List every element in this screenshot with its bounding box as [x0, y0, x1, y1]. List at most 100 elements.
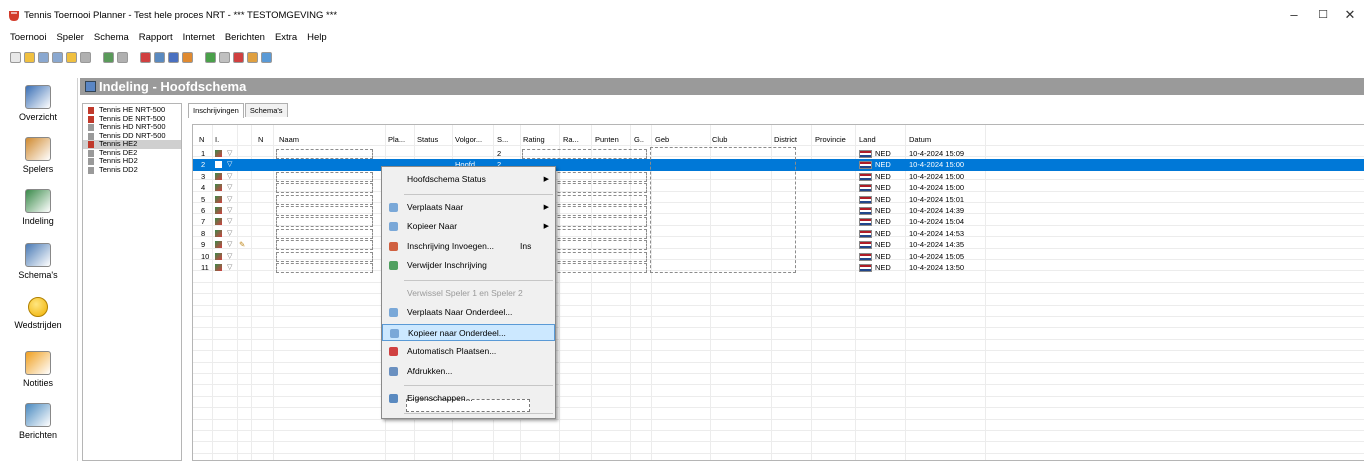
column-header[interactable]: Club [712, 135, 727, 144]
date-value: 10-4-2024 15:09 [909, 149, 965, 158]
birthdate-cell-placeholder[interactable] [650, 147, 796, 273]
column-header[interactable]: Punten [595, 135, 619, 144]
nav-item-notities[interactable]: Notities [0, 351, 76, 388]
menu-item-label: Eigenschappen... [407, 393, 473, 403]
country-code: NED [875, 251, 891, 261]
person-blue-icon[interactable] [168, 51, 179, 63]
globe-icon[interactable] [103, 51, 114, 63]
tab-strip: Inschrijvingen Schema's [188, 103, 289, 118]
flag-nl-icon [859, 195, 872, 204]
schedule2-icon[interactable] [219, 51, 230, 63]
menu-rapport[interactable]: Rapport [139, 30, 173, 46]
person-group-icon[interactable] [154, 51, 165, 63]
column-header[interactable]: Volgor... [455, 135, 482, 144]
name-cell-placeholder[interactable] [276, 171, 373, 182]
match-icon [28, 297, 48, 317]
nav-item-schemas[interactable]: Schema's [0, 243, 76, 280]
column-header[interactable]: Status [417, 135, 438, 144]
menu-item-afdrukken[interactable]: Afdrukken... [382, 363, 555, 380]
menu-item-verplaats-naar-onderdeel[interactable]: Verplaats Naar Onderdeel... [382, 304, 555, 321]
tree-item-label: Tennis DD2 [99, 164, 138, 174]
menu-extra[interactable]: Extra [275, 30, 297, 46]
menu-berichten[interactable]: Berichten [225, 30, 265, 46]
maximize-button[interactable]: ☐ [1311, 6, 1335, 24]
filter-icon: ▽ [227, 207, 233, 214]
print-icon[interactable] [80, 51, 91, 63]
new-icon[interactable] [10, 51, 21, 63]
column-header[interactable]: Ra... [563, 135, 579, 144]
column-header[interactable]: Naam [279, 135, 299, 144]
tab-inschrijvingen[interactable]: Inschrijvingen [188, 103, 244, 118]
menu-help[interactable]: Help [307, 30, 327, 46]
menu-speler[interactable]: Speler [56, 30, 83, 46]
date-value: 10-4-2024 14:39 [909, 206, 965, 215]
name-cell-placeholder[interactable] [276, 183, 373, 194]
country-code: NED [875, 228, 891, 238]
name-cell-placeholder[interactable] [276, 149, 373, 159]
column-header[interactable]: Pla... [388, 135, 405, 144]
column-header[interactable]: District [774, 135, 797, 144]
court2-icon[interactable] [261, 51, 272, 63]
grid-line [193, 373, 1364, 374]
rating-cell-placeholder[interactable] [522, 149, 647, 159]
date-value: 10-4-2024 14:35 [909, 240, 965, 250]
column-header[interactable]: G.. [634, 135, 644, 144]
column-header[interactable]: Rating [523, 135, 545, 144]
menu-schema[interactable]: Schema [94, 30, 129, 46]
column-header[interactable]: Geb [655, 135, 669, 144]
schedule-icon[interactable] [205, 51, 216, 63]
menu-item-kopieer-naar-onderdeel[interactable]: Kopieer naar Onderdeel... [382, 323, 555, 341]
menu-internet[interactable]: Internet [183, 30, 215, 46]
menu-item-label: Verwijder Inschrijving [407, 260, 487, 270]
menu-item-automatisch-plaatsen[interactable]: Automatisch Plaatsen... [382, 343, 555, 360]
players2-icon[interactable] [52, 51, 63, 63]
column-header[interactable]: Datum [909, 135, 931, 144]
menu-item-inschrijving-invoegen[interactable]: Inschrijving Invoegen... Ins [382, 238, 555, 255]
name-cell-placeholder[interactable] [276, 194, 373, 205]
close-button[interactable]: ✕ [1338, 6, 1362, 24]
tab-schemas[interactable]: Schema's [244, 103, 288, 117]
nav-item-berichten[interactable]: Berichten [0, 403, 76, 440]
column-header[interactable]: Land [859, 135, 876, 144]
players-icon[interactable] [38, 51, 49, 63]
row-number: 10 [201, 251, 210, 261]
name-cell-placeholder[interactable] [276, 263, 373, 273]
minimize-button[interactable]: – [1282, 6, 1306, 24]
menu-item-eigenschappen[interactable]: Eigenschappen... [382, 390, 555, 407]
column-header[interactable]: N [199, 135, 204, 144]
menu-item-verwijder-inschrijving[interactable]: Verwijder Inschrijving [382, 257, 555, 274]
menu-toernooi[interactable]: Toernooi [10, 30, 46, 46]
name-cell-placeholder[interactable] [276, 240, 373, 251]
open-icon[interactable] [24, 51, 35, 63]
tree-item-event[interactable]: Tennis DD2 [83, 164, 181, 175]
nav-item-spelers[interactable]: Spelers [0, 137, 76, 174]
name-cell-placeholder[interactable] [276, 206, 373, 216]
player-icon [215, 241, 222, 249]
column-header[interactable]: I. [215, 135, 219, 144]
nav-item-indeling[interactable]: Indeling [0, 189, 76, 226]
nav-item-wedstrijden[interactable]: Wedstrijden [0, 297, 76, 330]
name-cell-placeholder[interactable] [276, 251, 373, 262]
column-header[interactable]: S... [497, 135, 508, 144]
menu-item-verplaats-naar[interactable]: Verplaats Naar ▶ [382, 199, 555, 216]
name-cell-placeholder[interactable] [276, 217, 373, 228]
filter-icon: ▽ [227, 241, 233, 249]
name-cell-placeholder[interactable] [276, 228, 373, 239]
grid-line [193, 452, 1364, 454]
schedule3-icon[interactable] [233, 51, 244, 63]
column-header[interactable]: Provincie [815, 135, 846, 144]
person-red-icon[interactable] [140, 51, 151, 63]
nav-item-overzicht[interactable]: Overzicht [0, 85, 76, 122]
mail-icon[interactable] [117, 51, 128, 63]
left-navigation: Overzicht Spelers Indeling Schema's Wedstrij… [0, 78, 78, 461]
column-header[interactable]: N [258, 135, 263, 144]
person-orange-icon[interactable] [182, 51, 193, 63]
court-icon[interactable] [247, 51, 258, 63]
menu-item-hoofdschema-status[interactable]: Hoofdschema Status ▶ [382, 171, 555, 188]
grid-line [193, 418, 1364, 420]
menu-item-kopieer-naar[interactable]: Kopieer Naar ▶ [382, 218, 555, 235]
player-icon [215, 218, 222, 226]
window-title: Tennis Toernooi Planner - Test hele proc… [24, 10, 338, 21]
edit-icon[interactable] [66, 51, 77, 63]
menu-item-label: Kopieer Naar [407, 221, 458, 231]
